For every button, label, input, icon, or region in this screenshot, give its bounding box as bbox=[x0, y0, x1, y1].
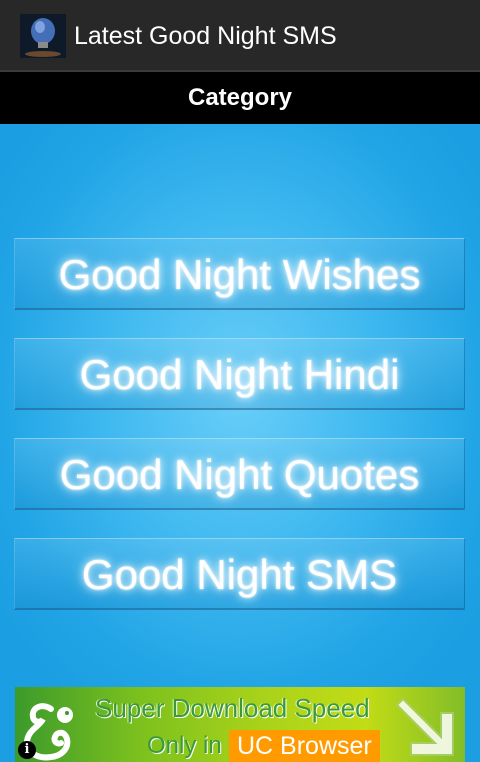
good-night-quotes-button[interactable]: Good Night Quotes bbox=[14, 438, 465, 510]
category-title: Category bbox=[187, 84, 293, 111]
app-title: Latest Good Night SMS bbox=[74, 22, 337, 50]
good-night-wishes-button[interactable]: Good Night Wishes bbox=[14, 238, 465, 310]
good-night-hindi-button[interactable]: Good Night Hindi bbox=[14, 338, 465, 410]
good-night-sms-button[interactable]: Good Night SMS bbox=[14, 538, 465, 610]
download-arrow-icon bbox=[395, 691, 465, 759]
ad-headline: Super Download Speed bbox=[95, 693, 370, 723]
lightbulb-app-icon bbox=[20, 14, 66, 58]
ad-brand-badge: UC Browser bbox=[229, 730, 380, 762]
app-bar: Latest Good Night SMS bbox=[0, 0, 480, 72]
ad-banner[interactable]: Super Download Speed Only in UC Browser bbox=[15, 687, 465, 762]
category-list: Good Night Wishes Good Night Hindi Good … bbox=[0, 124, 480, 762]
info-icon[interactable]: i bbox=[18, 741, 36, 759]
ad-only-in-text: Only in bbox=[147, 732, 222, 759]
category-header: Category bbox=[0, 72, 480, 124]
